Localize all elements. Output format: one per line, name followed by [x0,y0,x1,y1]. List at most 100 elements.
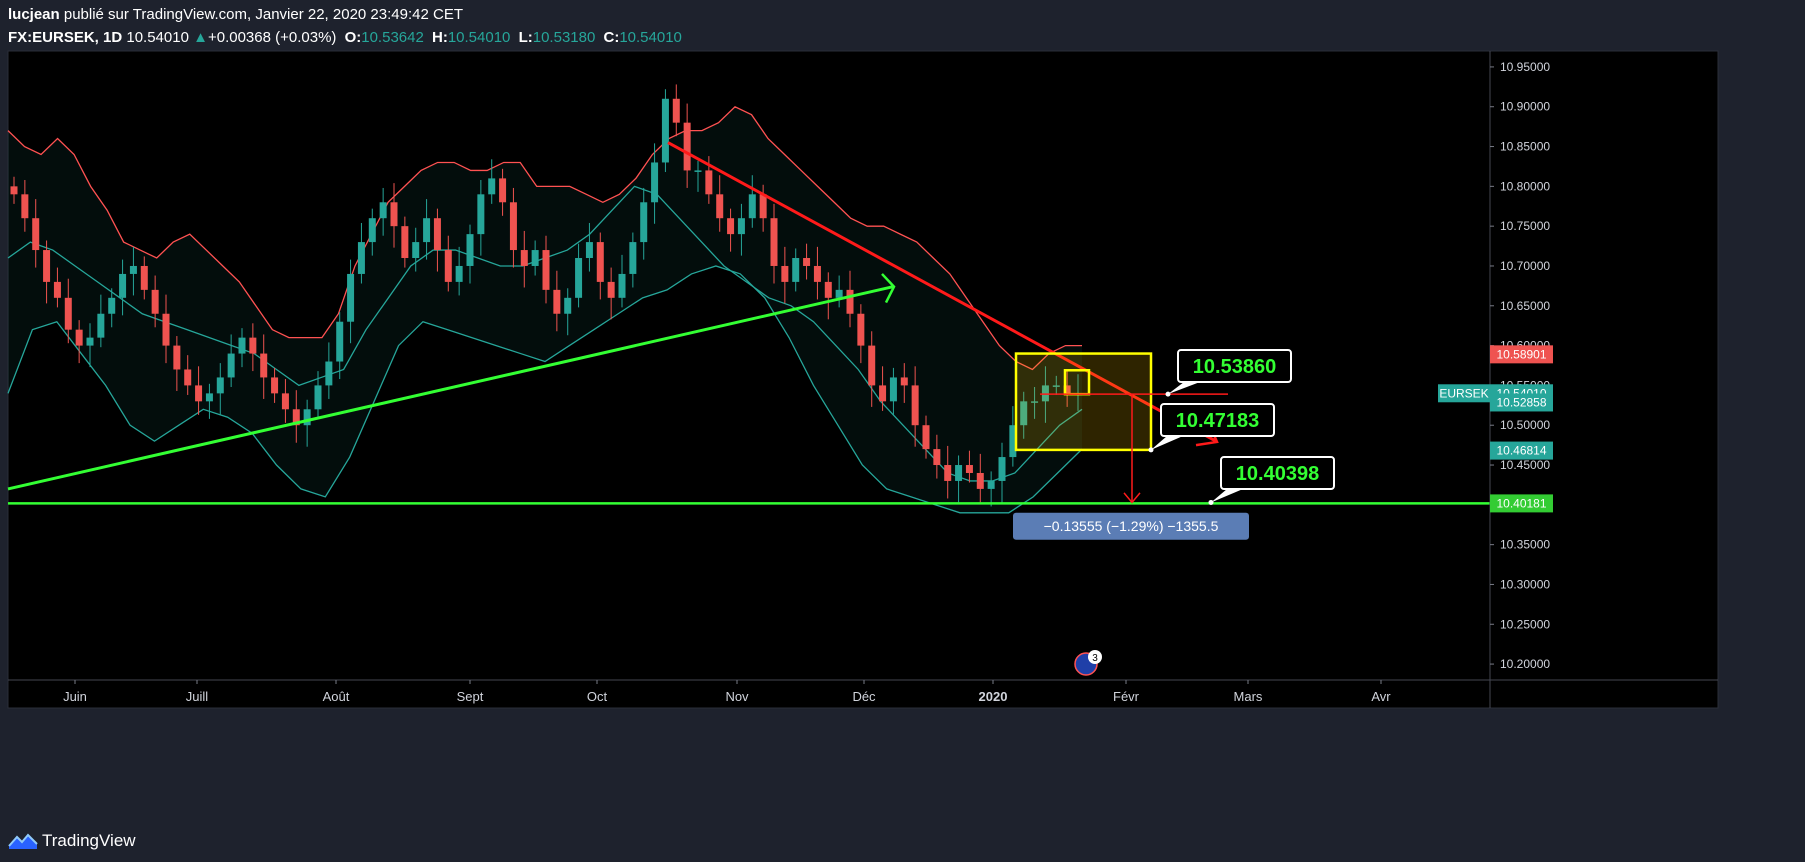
candle-body [151,289,159,314]
candle-body [249,337,257,354]
candle-body [162,313,170,346]
candle-body [683,122,691,171]
y-tick-label: 10.95000 [1500,60,1550,74]
candle-body [748,194,756,219]
callout-value: 10.47183 [1176,410,1259,432]
candle-body [216,377,224,394]
tradingview-logo-icon [8,833,38,849]
candle-body [401,226,409,259]
y-tick-label: 10.50000 [1500,418,1550,432]
y-tick-label: 10.85000 [1500,140,1550,154]
candle-body [846,289,854,314]
y-tick-label: 10.75000 [1500,219,1550,233]
candle-body [271,377,279,394]
candle-body [281,393,289,410]
candle-body [129,265,137,274]
callout-value: 10.40398 [1236,463,1319,485]
candle-body [889,377,897,402]
candle-body [911,385,919,426]
candle-body [998,457,1006,481]
price-badge-value: 10.58901 [1496,347,1546,361]
candle-body [86,337,94,346]
x-tick-label: Sept [457,689,484,704]
x-tick-label: Nov [725,689,749,704]
candle-body [195,385,203,402]
candle-body [542,250,550,290]
x-tick-label: Oct [587,689,608,704]
candle-body [694,170,702,172]
candle-body [433,218,441,251]
candle-body [976,472,984,489]
y-tick-label: 10.30000 [1500,577,1550,591]
candle-body [944,465,952,481]
candle-body [727,218,735,235]
candle-body [412,242,420,259]
candle-body [965,465,973,473]
range-box [1014,352,1153,452]
candle-body [390,202,398,227]
callout-anchor [1165,391,1171,397]
candle-body [868,345,876,386]
candle-body [835,289,843,298]
candle-body [759,194,767,219]
candle-body [900,377,908,386]
candle-body [770,218,778,266]
candle-body [423,218,431,243]
event-count: 3 [1092,653,1098,664]
candle-body [564,297,572,314]
candle-body [75,329,83,346]
candle-body [737,218,745,235]
y-tick-label: 10.20000 [1500,657,1550,671]
candle-body [585,242,593,259]
candle-body [303,409,311,426]
callout-anchor [1208,499,1214,505]
candle-body [813,265,821,282]
y-tick-label: 10.25000 [1500,617,1550,631]
y-tick-label: 10.65000 [1500,299,1550,313]
brand-name: TradingView [42,831,136,850]
x-tick-label: Juin [63,689,87,704]
candle-body [879,385,887,402]
candle-body [531,250,539,266]
candle-body [520,250,528,266]
candle-body [260,353,268,378]
candle-body [857,313,865,346]
candle-body [466,234,474,266]
x-tick-label: Août [323,689,350,704]
candle-body [640,202,648,243]
callout-anchor [1148,447,1154,453]
candle-body [672,98,680,123]
candle-body [499,178,507,203]
candle-body [933,449,941,466]
candle-body [792,258,800,282]
candle-body [97,313,105,338]
candle-body [64,297,72,330]
candle-body [347,273,355,322]
candle-body [119,273,127,298]
measure-label-text: −0.13555 (−1.29%) −1355.5 [1044,518,1219,534]
price-badge-value: 10.52858 [1496,395,1546,409]
candle-body [824,281,832,298]
price-chart[interactable]: −0.13555 (−1.29%) −1355.5 10.53860 10.4718… [0,0,1805,862]
x-tick-label: Avr [1371,689,1391,704]
candle-body [618,273,626,298]
x-tick-label: 2020 [979,689,1008,704]
candle-body [314,385,322,410]
candle-body [477,194,485,235]
brand-footer[interactable]: TradingView [8,828,136,854]
candle-body [238,337,246,354]
candle-body [803,258,811,266]
candle-body [955,465,963,481]
y-tick-label: 10.80000 [1500,179,1550,193]
candle-body [205,393,213,402]
candle-body [651,162,659,203]
candle-body [336,321,344,362]
candle-body [173,345,181,370]
candle-body [455,265,463,282]
y-tick-label: 10.70000 [1500,259,1550,273]
candle-body [781,265,789,282]
candle-body [661,98,669,163]
candle-body [184,369,192,386]
candle-body [357,242,365,274]
candle-body [53,281,61,298]
